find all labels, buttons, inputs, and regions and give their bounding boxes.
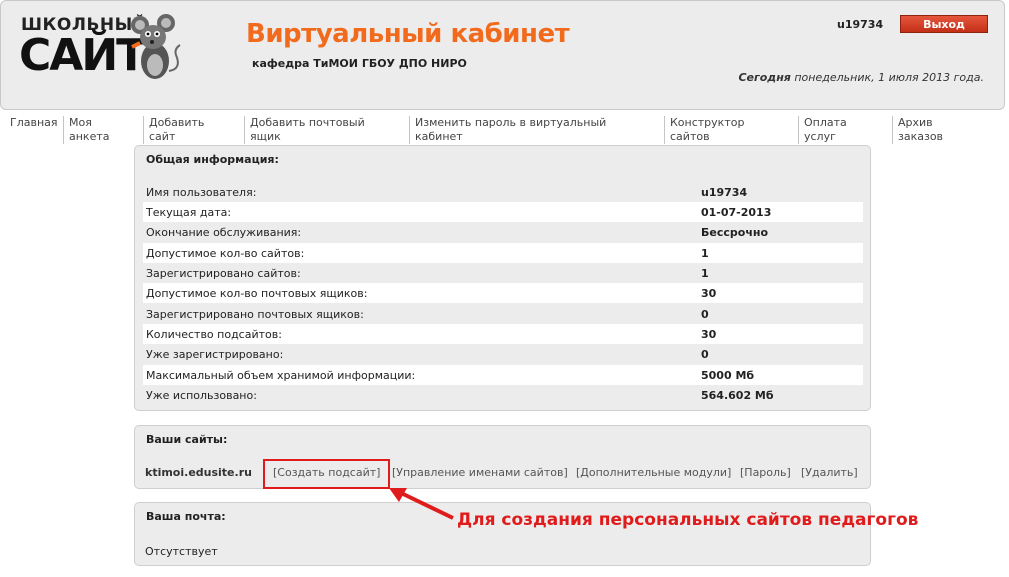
- info-row-value: 0: [701, 348, 709, 361]
- info-row: Зарегистрировано почтовых ящиков: 0: [143, 304, 863, 324]
- info-row-label: Уже зарегистрировано:: [146, 348, 284, 361]
- info-row-value: 01-07-2013: [701, 206, 772, 219]
- nav-item-home[interactable]: Главная: [5, 116, 60, 130]
- nav-item-label: Главная: [10, 116, 58, 129]
- info-row-value: u19734: [701, 186, 748, 199]
- info-row-value: 30: [701, 287, 717, 300]
- manage-site-names-link[interactable]: [Управление именами сайтов]: [392, 466, 568, 479]
- header: ШКОЛЬНЫЙ САЙТ Виртуальный кабинет кафедр…: [0, 0, 1005, 110]
- page-title: Виртуальный кабинет: [246, 19, 570, 49]
- nav-item-label: Изменить пароль в виртуальный кабинет: [415, 116, 607, 143]
- department-subtitle: кафедра ТиМОИ ГБОУ ДПО НИРО: [252, 57, 467, 70]
- info-row-label: Уже использовано:: [146, 389, 257, 402]
- info-row-label: Максимальный объем хранимой информации:: [146, 369, 416, 382]
- main-nav: Главная Моя анкета Добавить сайт Добавит…: [0, 116, 1009, 148]
- nav-item-label: Оплата услуг: [804, 116, 847, 143]
- delete-link[interactable]: [Удалить]: [801, 466, 858, 479]
- password-link[interactable]: [Пароль]: [740, 466, 791, 479]
- nav-item-label: Моя анкета: [69, 116, 110, 143]
- info-row-label: Допустимое кол-во почтовых ящиков:: [146, 287, 368, 300]
- info-row-label: Имя пользователя:: [146, 186, 257, 199]
- info-row: Имя пользователя: u19734: [143, 182, 863, 202]
- general-info-title: Общая информация:: [146, 153, 279, 166]
- info-row-label: Зарегистрировано почтовых ящиков:: [146, 308, 364, 321]
- info-row: Максимальный объем хранимой информации: 5…: [143, 365, 863, 385]
- info-row: Зарегистрировано сайтов: 1: [143, 263, 863, 283]
- info-row-label: Количество подсайтов:: [146, 328, 282, 341]
- info-row-value: 30: [701, 328, 717, 341]
- nav-item-label: Архив заказов: [898, 116, 944, 143]
- nav-item-label: Конструктор сайтов: [670, 116, 745, 143]
- info-row-value: Бессрочно: [701, 226, 769, 239]
- nav-item-payment[interactable]: Оплата услуг: [798, 116, 890, 144]
- info-row-value: 5000 Мб: [701, 369, 755, 382]
- nav-item-label: Добавить сайт: [149, 116, 205, 143]
- nav-item-orders-archive[interactable]: Архив заказов: [892, 116, 992, 144]
- sites-title: Ваши сайты:: [146, 433, 228, 446]
- nav-item-add-site[interactable]: Добавить сайт: [143, 116, 241, 144]
- annotation-text: Для создания персональных сайтов педагог…: [457, 510, 919, 530]
- info-row-label: Зарегистрировано сайтов:: [146, 267, 301, 280]
- info-row: Окончание обслуживания: Бессрочно: [143, 222, 863, 242]
- additional-modules-link[interactable]: [Дополнительные модули]: [576, 466, 731, 479]
- info-row-value: 1: [701, 267, 709, 280]
- info-row: Допустимое кол-во сайтов: 1: [143, 243, 863, 263]
- info-row: Допустимое кол-во почтовых ящиков: 30: [143, 283, 863, 303]
- sites-panel: Ваши сайты:: [134, 425, 871, 489]
- info-row: Текущая дата: 01-07-2013: [143, 202, 863, 222]
- info-row: Уже зарегистрировано: 0: [143, 344, 863, 364]
- info-row-label: Окончание обслуживания:: [146, 226, 302, 239]
- nav-item-label: Добавить почтовый ящик: [250, 116, 365, 143]
- mouse-mascot-icon: [131, 14, 181, 79]
- highlight-box: [263, 459, 390, 489]
- today-value: понедельник, 1 июля 2013 года.: [790, 71, 984, 84]
- info-row-label: Текущая дата:: [146, 206, 232, 219]
- info-row-value: 1: [701, 247, 709, 260]
- info-row: Уже использовано: 564.602 Мб: [143, 385, 863, 405]
- today-label: Сегодня: [738, 71, 791, 84]
- info-row-value: 564.602 Мб: [701, 389, 774, 402]
- school-site-logo[interactable]: ШКОЛЬНЫЙ САЙТ: [19, 11, 189, 91]
- mail-title: Ваша почта:: [146, 510, 226, 523]
- annotation-arrow-icon: [389, 488, 454, 520]
- site-name: ktimoi.edusite.ru: [145, 466, 252, 479]
- logout-button[interactable]: Выход: [900, 15, 988, 33]
- username-label: u19734: [837, 18, 884, 31]
- info-row-label: Допустимое кол-во сайтов:: [146, 247, 305, 260]
- mail-status: Отсутствует: [145, 545, 218, 558]
- info-row: Количество подсайтов: 30: [143, 324, 863, 344]
- nav-item-site-builder[interactable]: Конструктор сайтов: [664, 116, 796, 144]
- today-date: Сегодня понедельник, 1 июля 2013 года.: [738, 71, 984, 84]
- info-row-value: 0: [701, 308, 709, 321]
- nav-item-profile[interactable]: Моя анкета: [63, 116, 141, 144]
- nav-item-change-password[interactable]: Изменить пароль в виртуальный кабинет: [409, 116, 661, 144]
- nav-item-add-mailbox[interactable]: Добавить почтовый ящик: [244, 116, 407, 144]
